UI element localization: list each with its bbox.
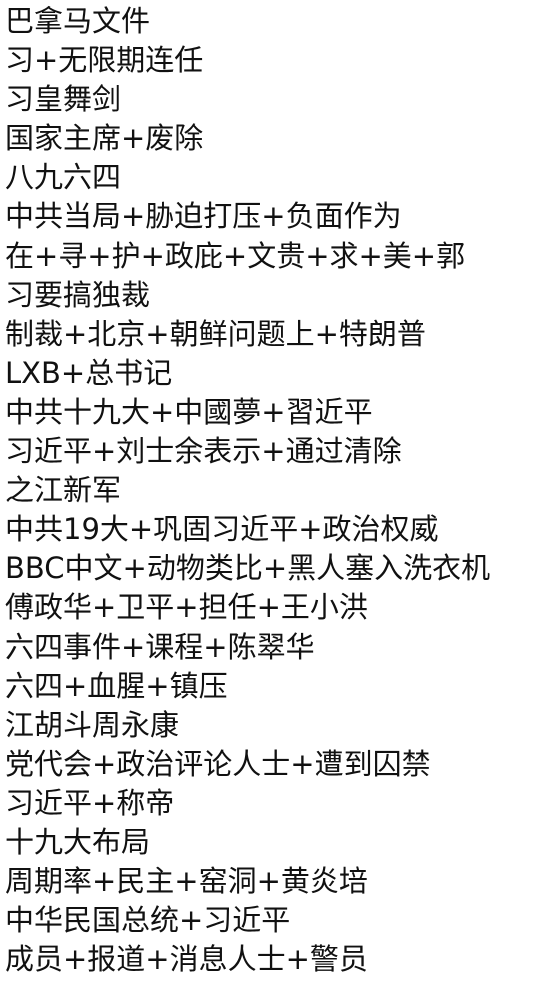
keyword-line: 国家主席+废除 <box>5 121 204 156</box>
keyword-line: 中华民国总统+习近平 <box>5 903 291 938</box>
keyword-line: 习近平+刘士余表示+通过清除 <box>5 434 402 469</box>
keyword-line: 在+寻+护+政庇+文贵+求+美+郭 <box>5 238 466 273</box>
keyword-line: 成员+报道+消息人士+警员 <box>5 942 368 977</box>
keyword-line: 江胡斗周永康 <box>5 707 180 742</box>
keyword-line: 周期率+民主+窑洞+黄炎培 <box>5 864 368 899</box>
keyword-line: 六四+血腥+镇压 <box>5 668 228 703</box>
keyword-line: 傅政华+卫平+担任+王小洪 <box>5 590 368 625</box>
keyword-list: 巴拿马文件 习+无限期连任 习皇舞剑 国家主席+废除 八九六四 中共当局+胁迫打… <box>0 0 541 979</box>
keyword-line: 之江新军 <box>5 473 122 508</box>
keyword-line: BBC中文+动物类比+黑人塞入洗衣机 <box>5 551 491 586</box>
keyword-line: 十九大布局 <box>5 824 151 859</box>
keyword-line: LXB+总书记 <box>5 355 173 390</box>
keyword-line: 习+无限期连任 <box>5 43 204 78</box>
keyword-line: 习近平+称帝 <box>5 785 175 820</box>
keyword-line: 八九六四 <box>5 160 122 195</box>
keyword-line: 制裁+北京+朝鲜问题上+特朗普 <box>5 316 426 351</box>
keyword-line: 习要搞独裁 <box>5 277 151 312</box>
keyword-line: 习皇舞剑 <box>5 82 122 117</box>
keyword-line: 中共19大+巩固习近平+政治权威 <box>5 512 439 547</box>
keyword-line: 中共当局+胁迫打压+负面作为 <box>5 199 402 234</box>
keyword-line: 中共十九大+中國夢+習近平 <box>5 394 373 429</box>
keyword-line: 党代会+政治评论人士+遭到囚禁 <box>5 746 431 781</box>
keyword-line: 巴拿马文件 <box>5 4 151 38</box>
keyword-line: 六四事件+课程+陈翠华 <box>5 629 315 664</box>
